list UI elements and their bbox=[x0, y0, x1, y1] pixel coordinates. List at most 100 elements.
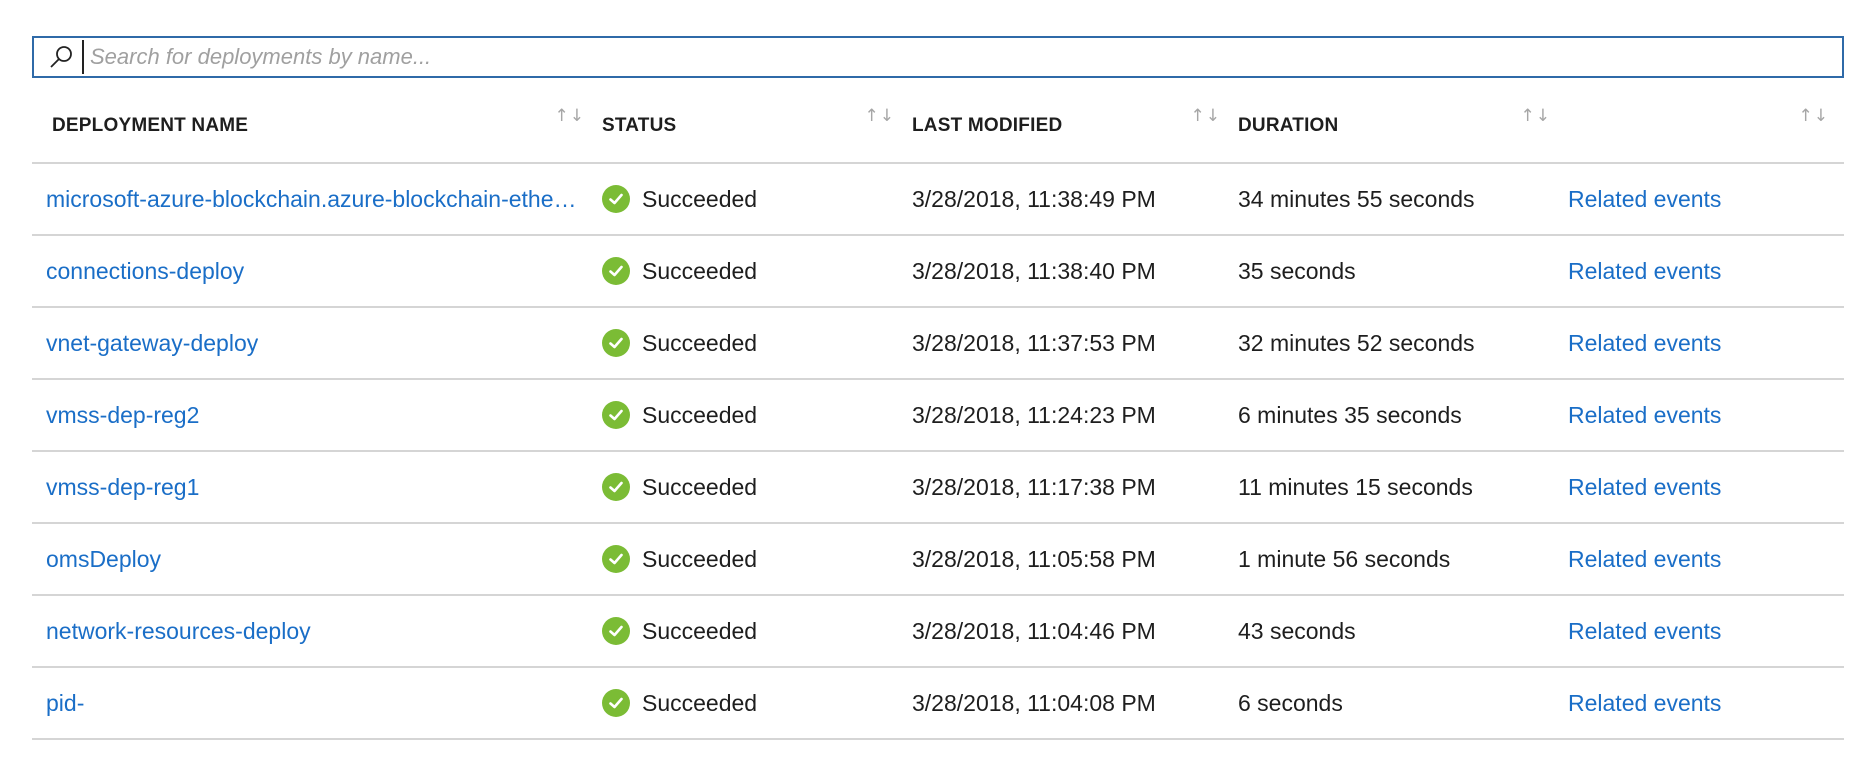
deployment-name-link[interactable]: vmss-dep-reg1 bbox=[46, 474, 199, 501]
check-circle-icon bbox=[602, 185, 630, 213]
table-row: network-resources-deploy Succeeded 3/28/… bbox=[32, 596, 1844, 668]
last-modified-text: 3/28/2018, 11:38:40 PM bbox=[912, 257, 1156, 284]
duration-cell: 11 minutes 15 seconds bbox=[1236, 452, 1566, 522]
related-events-link[interactable]: Related events bbox=[1568, 186, 1721, 213]
column-header-label: STATUS bbox=[602, 115, 677, 136]
duration-text: 6 seconds bbox=[1238, 689, 1343, 716]
duration-text: 34 minutes 55 seconds bbox=[1238, 185, 1475, 212]
table-row: pid- Succeeded 3/28/2018, 11:04:08 PM 6 … bbox=[32, 668, 1844, 740]
deployment-name-cell: vmss-dep-reg2 bbox=[32, 380, 600, 450]
sort-icon[interactable]: ↑ ↓ bbox=[1799, 108, 1829, 125]
duration-cell: 32 minutes 52 seconds bbox=[1236, 308, 1566, 378]
column-header-status[interactable]: STATUS ↑ ↓ bbox=[600, 90, 910, 162]
table-header: DEPLOYMENT NAME ↑ ↓ STATUS ↑ ↓ LAST MODIFI… bbox=[32, 90, 1844, 164]
related-events-link[interactable]: Related events bbox=[1568, 258, 1721, 285]
check-circle-icon bbox=[602, 257, 630, 285]
check-circle-icon bbox=[602, 473, 630, 501]
duration-text: 6 minutes 35 seconds bbox=[1238, 401, 1462, 428]
table-row: microsoft-azure-blockchain.azure-blockch… bbox=[32, 164, 1844, 236]
table-row: omsDeploy Succeeded 3/28/2018, 11:05:58 … bbox=[32, 524, 1844, 596]
related-events-link[interactable]: Related events bbox=[1568, 402, 1721, 429]
deployment-name-cell: pid- bbox=[32, 668, 600, 738]
last-modified-cell: 3/28/2018, 11:38:40 PM bbox=[910, 236, 1236, 306]
check-circle-icon bbox=[602, 329, 630, 357]
status-cell: Succeeded bbox=[600, 452, 910, 522]
search-icon bbox=[44, 40, 78, 74]
events-cell: Related events bbox=[1566, 380, 1844, 450]
events-cell: Related events bbox=[1566, 452, 1844, 522]
duration-cell: 43 seconds bbox=[1236, 596, 1566, 666]
deployment-name-link[interactable]: omsDeploy bbox=[46, 546, 161, 573]
last-modified-text: 3/28/2018, 11:37:53 PM bbox=[912, 329, 1156, 356]
related-events-link[interactable]: Related events bbox=[1568, 330, 1721, 357]
table-row: vmss-dep-reg2 Succeeded 3/28/2018, 11:24… bbox=[32, 380, 1844, 452]
deployment-name-link[interactable]: pid- bbox=[46, 690, 84, 717]
check-circle-icon bbox=[602, 617, 630, 645]
status-text: Succeeded bbox=[642, 401, 758, 428]
status-cell: Succeeded bbox=[600, 236, 910, 306]
column-header-duration[interactable]: DURATION ↑ ↓ bbox=[1236, 90, 1566, 162]
column-header-label: LAST MODIFIED bbox=[912, 115, 1063, 136]
sort-icon[interactable]: ↑ ↓ bbox=[555, 108, 585, 125]
deployments-table: DEPLOYMENT NAME ↑ ↓ STATUS ↑ ↓ LAST MODIFI… bbox=[32, 90, 1844, 740]
duration-cell: 6 minutes 35 seconds bbox=[1236, 380, 1566, 450]
last-modified-cell: 3/28/2018, 11:24:23 PM bbox=[910, 380, 1236, 450]
duration-cell: 1 minute 56 seconds bbox=[1236, 524, 1566, 594]
deployment-name-link[interactable]: microsoft-azure-blockchain.azure-blockch… bbox=[46, 186, 577, 213]
search-box[interactable] bbox=[32, 36, 1844, 78]
last-modified-text: 3/28/2018, 11:17:38 PM bbox=[912, 473, 1156, 500]
status-cell: Succeeded bbox=[600, 524, 910, 594]
deployment-name-cell: connections-deploy bbox=[32, 236, 600, 306]
sort-icon[interactable]: ↑ ↓ bbox=[1191, 108, 1221, 125]
last-modified-cell: 3/28/2018, 11:04:08 PM bbox=[910, 668, 1236, 738]
related-events-link[interactable]: Related events bbox=[1568, 690, 1721, 717]
last-modified-cell: 3/28/2018, 11:04:46 PM bbox=[910, 596, 1236, 666]
column-header-events[interactable]: ↑ ↓ bbox=[1566, 90, 1844, 162]
events-cell: Related events bbox=[1566, 668, 1844, 738]
status-text: Succeeded bbox=[642, 617, 758, 644]
last-modified-text: 3/28/2018, 11:05:58 PM bbox=[912, 545, 1156, 572]
column-header-label: DURATION bbox=[1238, 115, 1339, 136]
status-text: Succeeded bbox=[642, 473, 758, 500]
deployment-name-cell: omsDeploy bbox=[32, 524, 600, 594]
table-row: vmss-dep-reg1 Succeeded 3/28/2018, 11:17… bbox=[32, 452, 1844, 524]
related-events-link[interactable]: Related events bbox=[1568, 474, 1721, 501]
last-modified-cell: 3/28/2018, 11:37:53 PM bbox=[910, 308, 1236, 378]
status-cell: Succeeded bbox=[600, 596, 910, 666]
status-text: Succeeded bbox=[642, 257, 758, 284]
last-modified-text: 3/28/2018, 11:04:46 PM bbox=[912, 617, 1156, 644]
last-modified-text: 3/28/2018, 11:38:49 PM bbox=[912, 185, 1156, 212]
deployment-name-cell: network-resources-deploy bbox=[32, 596, 600, 666]
duration-text: 11 minutes 15 seconds bbox=[1238, 473, 1473, 500]
search-input[interactable] bbox=[82, 40, 1842, 74]
deployment-name-cell: vmss-dep-reg1 bbox=[32, 452, 600, 522]
column-header-last-modified[interactable]: LAST MODIFIED ↑ ↓ bbox=[910, 90, 1236, 162]
duration-text: 43 seconds bbox=[1238, 617, 1356, 644]
events-cell: Related events bbox=[1566, 236, 1844, 306]
check-circle-icon bbox=[602, 545, 630, 573]
last-modified-text: 3/28/2018, 11:04:08 PM bbox=[912, 689, 1156, 716]
related-events-link[interactable]: Related events bbox=[1568, 618, 1721, 645]
last-modified-text: 3/28/2018, 11:24:23 PM bbox=[912, 401, 1156, 428]
table-row: connections-deploy Succeeded 3/28/2018, … bbox=[32, 236, 1844, 308]
status-cell: Succeeded bbox=[600, 308, 910, 378]
sort-icon[interactable]: ↑ ↓ bbox=[865, 108, 895, 125]
deployment-name-link[interactable]: network-resources-deploy bbox=[46, 618, 311, 645]
status-text: Succeeded bbox=[642, 545, 758, 572]
status-cell: Succeeded bbox=[600, 380, 910, 450]
column-header-deployment-name[interactable]: DEPLOYMENT NAME ↑ ↓ bbox=[32, 90, 600, 162]
deployment-name-link[interactable]: vnet-gateway-deploy bbox=[46, 330, 258, 357]
events-cell: Related events bbox=[1566, 596, 1844, 666]
related-events-link[interactable]: Related events bbox=[1568, 546, 1721, 573]
check-circle-icon bbox=[602, 401, 630, 429]
status-text: Succeeded bbox=[642, 329, 758, 356]
deployment-name-link[interactable]: connections-deploy bbox=[46, 258, 244, 285]
deployment-name-link[interactable]: vmss-dep-reg2 bbox=[46, 402, 199, 429]
last-modified-cell: 3/28/2018, 11:17:38 PM bbox=[910, 452, 1236, 522]
sort-icon[interactable]: ↑ ↓ bbox=[1521, 108, 1551, 125]
events-cell: Related events bbox=[1566, 308, 1844, 378]
status-cell: Succeeded bbox=[600, 164, 910, 234]
table-row: vnet-gateway-deploy Succeeded 3/28/2018,… bbox=[32, 308, 1844, 380]
events-cell: Related events bbox=[1566, 164, 1844, 234]
status-text: Succeeded bbox=[642, 689, 758, 716]
